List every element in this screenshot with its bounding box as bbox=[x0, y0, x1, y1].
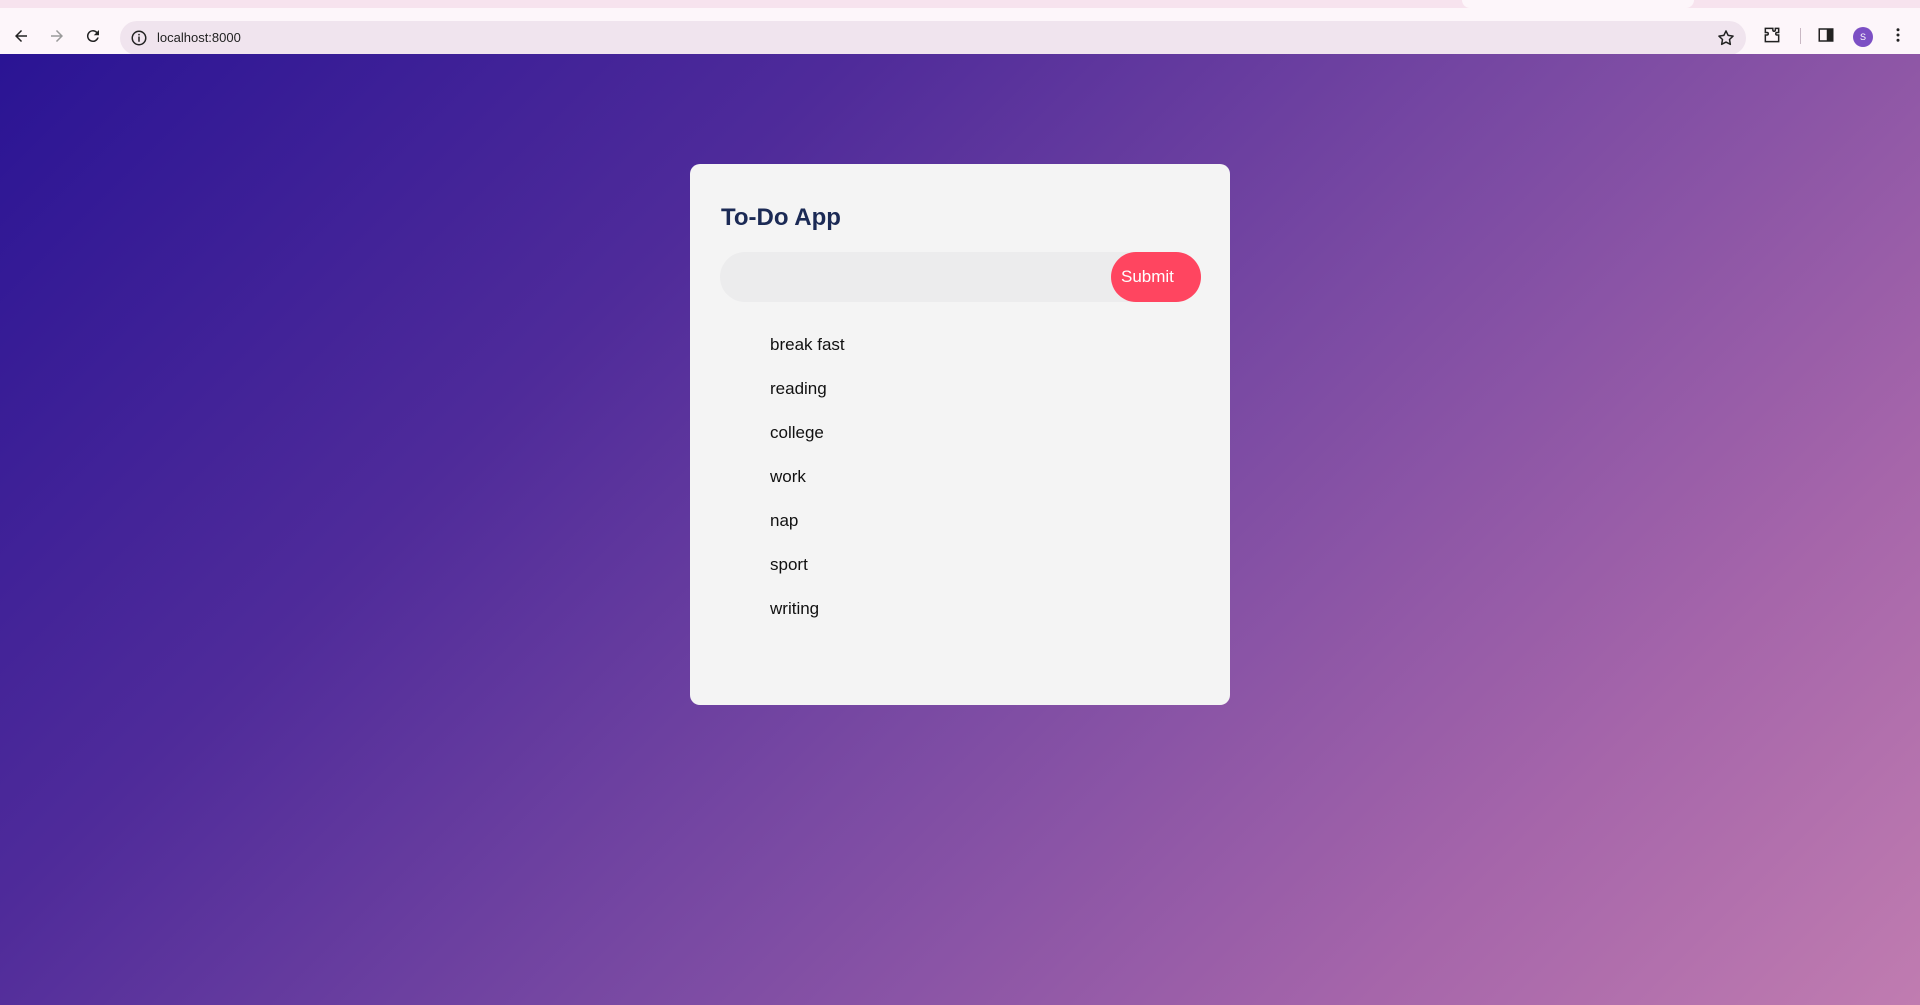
avatar-initial: S bbox=[1859, 32, 1866, 42]
back-arrow-icon[interactable] bbox=[7, 22, 35, 50]
submit-button[interactable]: Submit bbox=[1111, 252, 1201, 302]
task-input[interactable] bbox=[720, 252, 1110, 302]
toolbar-divider bbox=[1800, 28, 1801, 44]
profile-avatar[interactable]: S bbox=[1853, 27, 1873, 47]
side-panel-icon[interactable] bbox=[1815, 24, 1837, 46]
browser-toolbar: localhost:8000 S bbox=[0, 8, 1920, 55]
forward-arrow-icon[interactable] bbox=[43, 22, 71, 50]
app-title: To-Do App bbox=[721, 204, 841, 231]
task-list: break fast reading college work nap spor… bbox=[690, 334, 1230, 642]
bookmark-star-icon[interactable] bbox=[1716, 28, 1736, 48]
tab-strip bbox=[0, 0, 1920, 8]
todo-card: To-Do App Submit break fast reading coll… bbox=[690, 164, 1230, 705]
task-item[interactable]: work bbox=[690, 466, 1230, 510]
task-item[interactable]: break fast bbox=[690, 334, 1230, 378]
task-item[interactable]: writing bbox=[690, 598, 1230, 642]
extensions-icon[interactable] bbox=[1761, 24, 1783, 46]
task-item[interactable]: nap bbox=[690, 510, 1230, 554]
url-text[interactable]: localhost:8000 bbox=[157, 30, 241, 45]
reload-icon[interactable] bbox=[79, 22, 107, 50]
site-info-icon[interactable] bbox=[130, 29, 148, 47]
page-background: To-Do App Submit break fast reading coll… bbox=[0, 54, 1920, 1005]
menu-dots-icon[interactable] bbox=[1887, 24, 1909, 46]
add-task-form: Submit bbox=[720, 252, 1201, 302]
task-item[interactable]: sport bbox=[690, 554, 1230, 598]
inactive-tab[interactable] bbox=[1462, 0, 1694, 8]
browser-chrome: localhost:8000 S bbox=[0, 0, 1920, 55]
task-item[interactable]: college bbox=[690, 422, 1230, 466]
task-item[interactable]: reading bbox=[690, 378, 1230, 422]
address-bar[interactable]: localhost:8000 bbox=[120, 21, 1746, 55]
